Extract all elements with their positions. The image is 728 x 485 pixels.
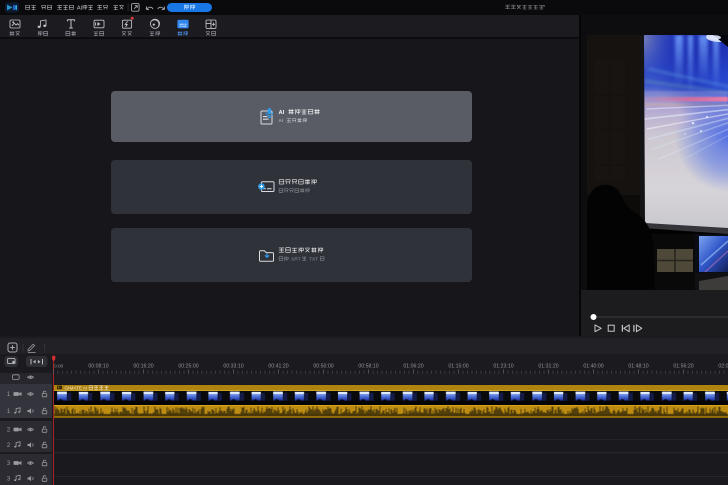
svg-text:3: 3	[7, 461, 11, 467]
svg-text:00:33:10: 00:33:10	[223, 364, 243, 370]
svg-text:AI: AI	[83, 385, 87, 390]
svg-text:0:00: 0:00	[54, 364, 64, 370]
svg-text:01:23:10: 01:23:10	[493, 364, 513, 370]
svg-text:2: 2	[7, 443, 11, 449]
svg-text:01:31:20: 01:31:20	[538, 364, 558, 370]
svg-text:00:08:10: 00:08:10	[88, 364, 108, 370]
svg-text:TXT: TXT	[309, 257, 318, 263]
svg-text:1: 1	[7, 392, 11, 398]
svg-text:00:58:10: 00:58:10	[358, 364, 378, 370]
svg-text:3: 3	[7, 477, 11, 483]
svg-text:AI: AI	[279, 110, 285, 116]
svg-text:01:40:00: 01:40:00	[583, 364, 603, 370]
svg-text:1: 1	[7, 409, 11, 415]
svg-text:00:25:00: 00:25:00	[178, 364, 198, 370]
svg-text:00:16:20: 00:16:20	[133, 364, 153, 370]
svg-text:01:15:00: 01:15:00	[448, 364, 468, 370]
svg-text:00:41:20: 00:41:20	[268, 364, 288, 370]
svg-text:00:50:00: 00:50:00	[313, 364, 333, 370]
svg-text:GIMATE: GIMATE	[65, 385, 83, 390]
svg-text:01:48:10: 01:48:10	[628, 364, 648, 370]
svg-text:*: *	[543, 5, 546, 11]
svg-text:02:05:00: 02:05:00	[718, 364, 728, 370]
svg-text:SRT: SRT	[291, 257, 301, 263]
svg-text:01:56:20: 01:56:20	[673, 364, 693, 370]
svg-text:01:06:20: 01:06:20	[403, 364, 423, 370]
svg-text:AI: AI	[279, 118, 284, 124]
svg-text:2: 2	[7, 428, 11, 434]
svg-text:AI: AI	[77, 5, 83, 11]
